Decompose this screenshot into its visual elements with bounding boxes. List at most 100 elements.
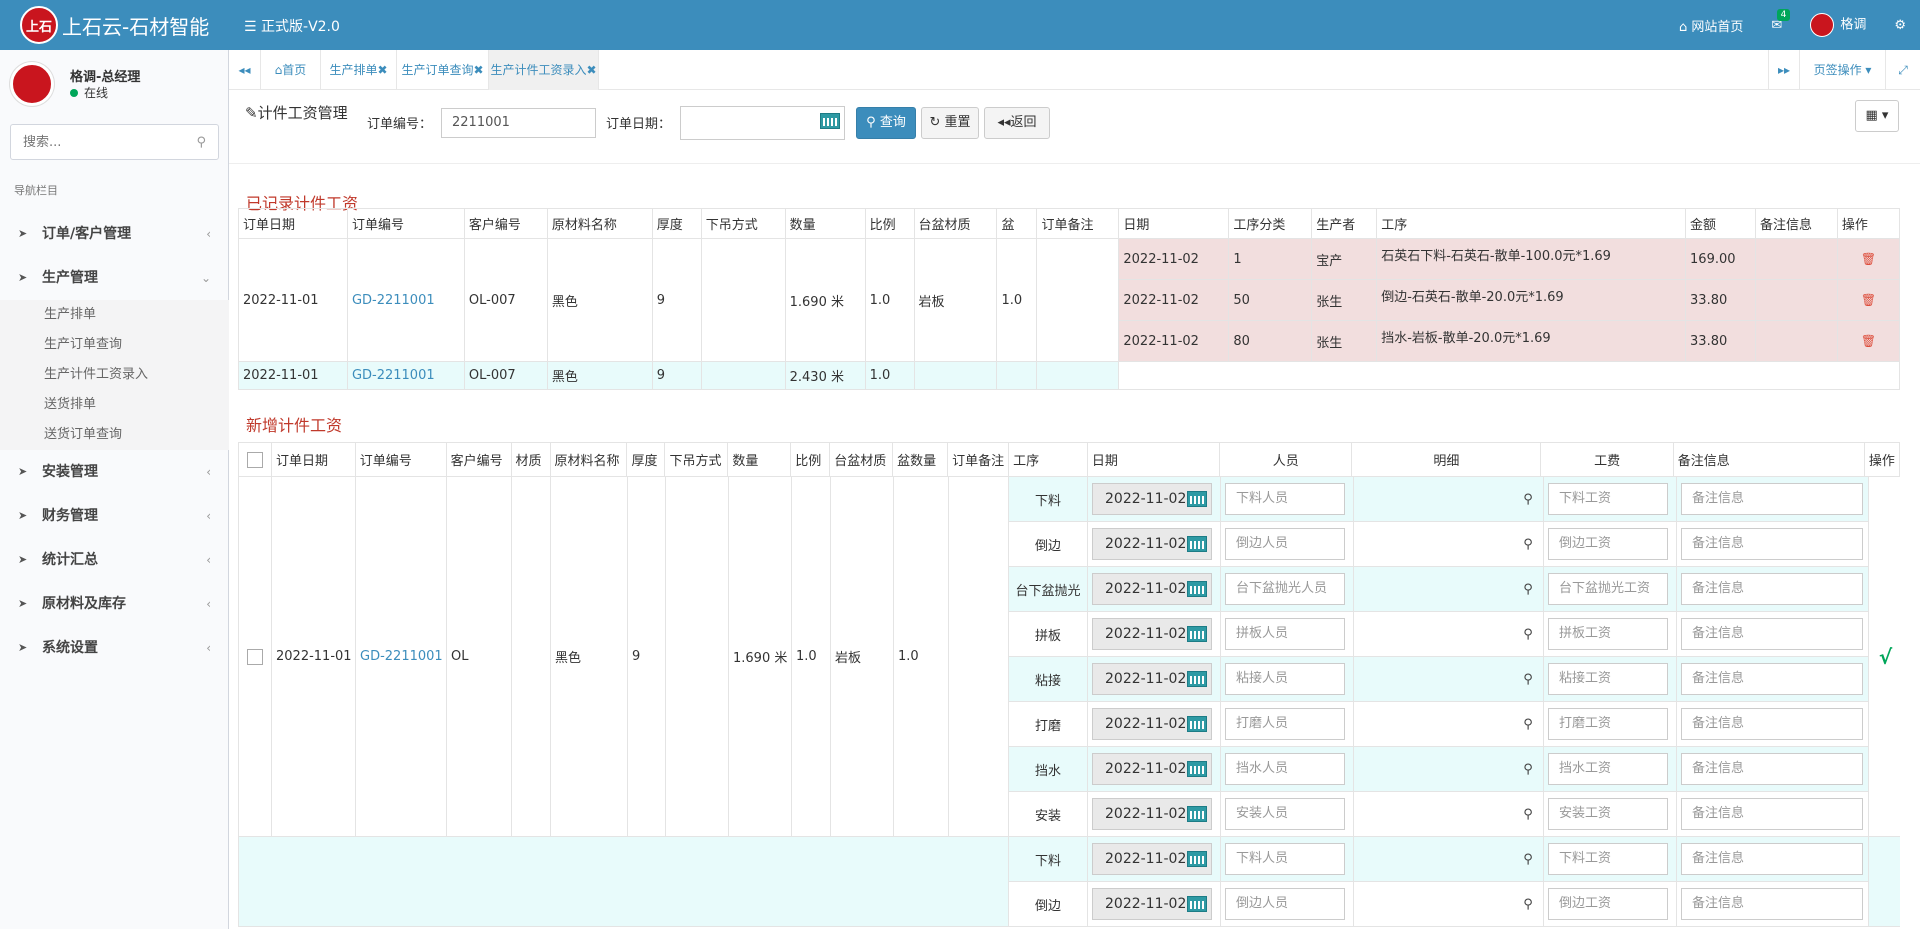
person-input[interactable]: 倒边人员 [1225,528,1345,560]
submenu-item[interactable]: 送货订单查询 [0,420,229,450]
select-all-checkbox[interactable] [238,442,272,477]
person-input[interactable]: 倒边人员 [1225,888,1345,920]
calendar-icon[interactable] [1187,806,1207,822]
process-date-input[interactable]: 2022-11-02 [1092,708,1212,740]
search-icon[interactable]: ⚲ [1517,627,1539,642]
close-icon[interactable]: ✖ [473,63,483,77]
search-icon[interactable]: ⚲ [1517,807,1539,822]
person-input[interactable]: 挡水人员 [1225,753,1345,785]
person-input[interactable]: 粘接人员 [1225,663,1345,695]
settings-button[interactable]: ⚙ [1880,18,1920,33]
note-input[interactable]: 备注信息 [1681,483,1863,515]
close-icon[interactable]: ✖ [377,63,387,77]
search-icon[interactable]: ⚲ [1517,762,1539,777]
process-date-input[interactable]: 2022-11-02 [1092,663,1212,695]
process-date-input[interactable]: 2022-11-02 [1092,888,1212,920]
fee-input[interactable]: 倒边工资 [1548,888,1668,920]
tab-scroll-right-button[interactable]: ▸▸ [1768,50,1800,90]
calendar-icon[interactable] [1187,761,1207,777]
order-date-input[interactable] [680,106,845,140]
calendar-icon[interactable] [820,113,840,129]
person-input[interactable]: 拼板人员 [1225,618,1345,650]
fee-input[interactable]: 倒边工资 [1548,528,1668,560]
row-checkbox[interactable] [238,476,272,837]
note-input[interactable]: 备注信息 [1681,618,1863,650]
note-input[interactable]: 备注信息 [1681,843,1863,875]
calendar-icon[interactable] [1187,581,1207,597]
user-menu[interactable]: 格调 [1796,13,1880,37]
note-input[interactable]: 备注信息 [1681,708,1863,740]
site-home-link[interactable]: ⌂ 网站首页 [1665,16,1757,35]
tab-production-schedule[interactable]: 生产排单✖ [321,50,397,90]
calendar-icon[interactable] [1187,851,1207,867]
search-icon[interactable]: ⚲ [1517,582,1539,597]
mail-button[interactable]: ✉ 4 [1757,8,1796,33]
search-icon[interactable]: ⚲ [1517,897,1539,912]
order-no-link[interactable]: GD-2211001 [355,476,447,837]
tab-home[interactable]: ⌂首页 [261,50,321,90]
page-ops-dropdown[interactable]: 页签操作 ▾ [1800,50,1886,90]
calendar-icon[interactable] [1187,671,1207,687]
calendar-icon[interactable] [1187,491,1207,507]
search-icon[interactable]: ⚲ [1517,537,1539,552]
fee-input[interactable]: 下料工资 [1548,483,1668,515]
submenu-item[interactable]: 生产订单查询 [0,330,229,360]
order-no-input[interactable]: 2211001 [441,108,596,138]
calendar-icon[interactable] [1187,716,1207,732]
calendar-icon[interactable] [1187,896,1207,912]
person-input[interactable]: 下料人员 [1225,483,1345,515]
fee-input[interactable]: 粘接工资 [1548,663,1668,695]
query-button[interactable]: ⚲ 查询 [856,107,916,139]
search-icon[interactable]: ⚲ [1517,852,1539,867]
person-input[interactable]: 台下盆抛光人员 [1225,573,1345,605]
back-button[interactable]: ◂◂返回 [984,107,1050,139]
process-date-input[interactable]: 2022-11-02 [1092,843,1212,875]
sidebar-item-settings[interactable]: ➤ 系统设置 ‹ [0,626,229,670]
tab-production-order-query[interactable]: 生产订单查询✖ [397,50,489,90]
note-input[interactable]: 备注信息 [1681,753,1863,785]
fee-input[interactable]: 打磨工资 [1548,708,1668,740]
submenu-item[interactable]: 生产计件工资录入 [0,360,229,390]
sidebar-item-orders[interactable]: ➤ 订单/客户管理 ‹ [0,212,229,256]
note-input[interactable]: 备注信息 [1681,663,1863,695]
person-input[interactable]: 安装人员 [1225,798,1345,830]
submenu-item[interactable]: 生产排单 [0,300,229,330]
columns-toggle-button[interactable]: ▦ ▾ [1855,100,1899,132]
order-no-link[interactable]: GD-2211001 [346,361,465,390]
process-date-input[interactable]: 2022-11-02 [1092,573,1212,605]
process-date-input[interactable]: 2022-11-02 [1092,798,1212,830]
fee-input[interactable]: 挡水工资 [1548,753,1668,785]
fee-input[interactable]: 下料工资 [1548,843,1668,875]
app-logo[interactable]: 上石 上石云-石材智能 [20,6,209,44]
fee-input[interactable]: 拼板工资 [1548,618,1668,650]
process-date-input[interactable]: 2022-11-02 [1092,753,1212,785]
sidebar-item-finance[interactable]: ➤ 财务管理 ‹ [0,494,229,538]
search-icon[interactable]: ⚲ [1517,492,1539,507]
close-icon[interactable]: ✖ [586,63,596,77]
person-input[interactable]: 下料人员 [1225,843,1345,875]
sidebar-item-production[interactable]: ➤ 生产管理 ⌄ [0,256,229,300]
note-input[interactable]: 备注信息 [1681,528,1863,560]
fullscreen-button[interactable]: ⤢ [1886,50,1920,90]
delete-button[interactable]: 🗑 [1836,320,1901,362]
check-icon[interactable]: √ [1879,645,1892,669]
search-icon[interactable]: ⚲ [1517,717,1539,732]
submenu-item[interactable]: 送货排单 [0,390,229,420]
search-icon[interactable]: ⚲ [1517,672,1539,687]
sidebar-item-materials[interactable]: ➤ 原材料及库存 ‹ [0,582,229,626]
calendar-icon[interactable] [1187,536,1207,552]
person-input[interactable]: 打磨人员 [1225,708,1345,740]
fee-input[interactable]: 台下盆抛光工资 [1548,573,1668,605]
sidebar-item-install[interactable]: ➤ 安装管理 ‹ [0,450,229,494]
note-input[interactable]: 备注信息 [1681,888,1863,920]
search-input[interactable] [11,125,181,159]
tab-piecework-entry[interactable]: 生产计件工资录入✖ [489,50,599,90]
fee-input[interactable]: 安装工资 [1548,798,1668,830]
reset-button[interactable]: ↻ 重置 [921,107,979,139]
calendar-icon[interactable] [1187,626,1207,642]
process-date-input[interactable]: 2022-11-02 [1092,618,1212,650]
version-toggle[interactable]: ☰ 正式版-V2.0 [244,16,340,36]
tab-scroll-left-button[interactable]: ◂◂ [229,50,261,90]
process-date-input[interactable]: 2022-11-02 [1092,483,1212,515]
note-input[interactable]: 备注信息 [1681,798,1863,830]
